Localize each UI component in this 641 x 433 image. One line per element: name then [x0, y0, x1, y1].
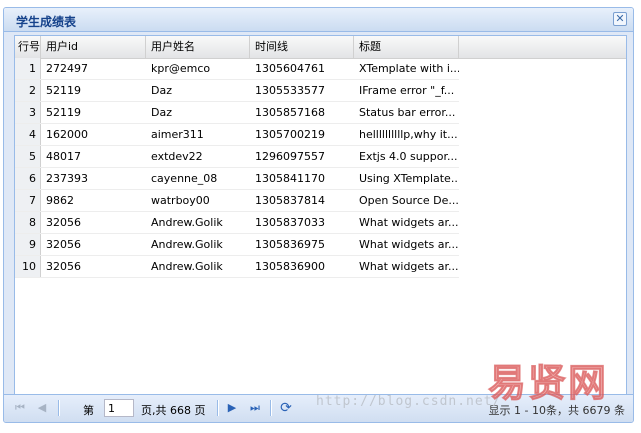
table-row[interactable]: 8 32056 Andrew.Golik 1305837033 What widgets…	[15, 212, 459, 234]
table-row[interactable]: 3 52119 Daz 1305857168 Status bar error...	[15, 102, 459, 124]
cell-user-name: Daz	[151, 84, 172, 97]
table-row[interactable]: 1 272497 kpr@emco 1305604761 XTemplate with …	[15, 58, 459, 80]
table-row[interactable]: 4 162000 aimer311 1305700219 hellllllllllp,w…	[15, 124, 459, 146]
table-row[interactable]: 9 32056 Andrew.Golik 1305836975 What widgets…	[15, 234, 459, 256]
row-number: 7	[15, 190, 41, 211]
cell-user-name: Daz	[151, 106, 172, 119]
cell-user-name: Andrew.Golik	[151, 260, 223, 273]
refresh-icon[interactable]: ⟳	[278, 400, 294, 416]
panel-title: 学生成绩表	[16, 15, 77, 29]
cell-user-id: 32056	[46, 216, 81, 229]
row-number: 2	[15, 80, 41, 101]
cell-user-id: 48017	[46, 150, 81, 163]
row-number: 10	[15, 256, 41, 277]
prev-page-icon[interactable]: ◀	[34, 400, 50, 416]
cell-title: Status bar error...	[359, 106, 456, 119]
cell-title: XTemplate with i...	[359, 62, 459, 75]
cell-user-name: kpr@emco	[151, 62, 211, 75]
table-row[interactable]: 7 9862 watrboy00 1305837814 Open Source De..…	[15, 190, 459, 212]
page-count-label: 页,共 668 页	[141, 404, 206, 417]
row-number: 4	[15, 124, 41, 145]
data-grid: 行号 用户id 用户姓名 时间线 标题 1 272497 kpr@emco 13056…	[14, 35, 627, 397]
cell-title: What widgets ar...	[359, 260, 459, 273]
cell-title: What widgets ar...	[359, 238, 459, 251]
table-row[interactable]: 10 32056 Andrew.Golik 1305836900 What widget…	[15, 256, 459, 278]
column-header-rownum[interactable]: 行号	[15, 36, 41, 58]
cell-user-id: 162000	[46, 128, 88, 141]
cell-timeline: 1305836975	[255, 238, 325, 251]
cell-title: Open Source De...	[359, 194, 459, 207]
watermark-url: http://blog.csdn.net/	[316, 394, 502, 409]
page-number-input[interactable]	[104, 399, 134, 417]
cell-user-name: aimer311	[151, 128, 204, 141]
cell-title: IFrame error "_f...	[359, 84, 455, 97]
last-page-icon[interactable]: ⏭	[247, 400, 263, 416]
column-header-user-name[interactable]: 用户姓名	[146, 36, 250, 58]
row-number: 9	[15, 234, 41, 255]
row-number: 5	[15, 146, 41, 167]
row-number: 8	[15, 212, 41, 233]
table-row[interactable]: 2 52119 Daz 1305533577 IFrame error "_f...	[15, 80, 459, 102]
row-number: 1	[15, 58, 41, 79]
column-header-row: 行号 用户id 用户姓名 时间线 标题	[15, 36, 626, 59]
cell-user-id: 9862	[46, 194, 74, 207]
cell-user-id: 52119	[46, 84, 81, 97]
cell-timeline: 1305604761	[255, 62, 325, 75]
cell-user-id: 52119	[46, 106, 81, 119]
cell-user-id: 32056	[46, 238, 81, 251]
cell-user-name: extdev22	[151, 150, 203, 163]
cell-user-id: 272497	[46, 62, 88, 75]
cell-timeline: 1305841170	[255, 172, 325, 185]
cell-title: hellllllllllp,why it...	[359, 128, 458, 141]
cell-user-id: 32056	[46, 260, 81, 273]
row-number: 3	[15, 102, 41, 123]
cell-user-name: Andrew.Golik	[151, 216, 223, 229]
watermark-logo: 易贤网	[487, 352, 634, 406]
toolbar-separator	[58, 400, 60, 416]
toolbar-separator	[217, 400, 219, 416]
close-icon[interactable]: ✕	[613, 12, 627, 26]
toolbar-separator	[270, 400, 272, 416]
cell-timeline: 1296097557	[255, 150, 325, 163]
cell-user-id: 237393	[46, 172, 88, 185]
cell-timeline: 1305857168	[255, 106, 325, 119]
cell-user-name: cayenne_08	[151, 172, 218, 185]
cell-title: What widgets ar...	[359, 216, 459, 229]
cell-user-name: watrboy00	[151, 194, 210, 207]
table-row[interactable]: 5 48017 extdev22 1296097557 Extjs 4.0 suppor…	[15, 146, 459, 168]
cell-timeline: 1305700219	[255, 128, 325, 141]
next-page-icon[interactable]: ▶	[224, 400, 240, 416]
cell-title: Extjs 4.0 suppor...	[359, 150, 458, 163]
column-header-timeline[interactable]: 时间线	[250, 36, 354, 58]
page-label: 第	[83, 404, 94, 417]
table-row[interactable]: 6 237393 cayenne_08 1305841170 Using XTempla…	[15, 168, 459, 190]
cell-timeline: 1305837814	[255, 194, 325, 207]
panel-header: 学生成绩表 ✕	[4, 8, 633, 32]
first-page-icon[interactable]: ⏮	[12, 400, 28, 416]
column-header-user-id[interactable]: 用户id	[41, 36, 146, 58]
cell-user-name: Andrew.Golik	[151, 238, 223, 251]
cell-timeline: 1305533577	[255, 84, 325, 97]
cell-timeline: 1305836900	[255, 260, 325, 273]
column-header-title[interactable]: 标题	[354, 36, 459, 58]
cell-timeline: 1305837033	[255, 216, 325, 229]
watermark-logo-text: 易贤网	[487, 361, 609, 406]
cell-title: Using XTemplate...	[359, 172, 459, 185]
row-number: 6	[15, 168, 41, 189]
